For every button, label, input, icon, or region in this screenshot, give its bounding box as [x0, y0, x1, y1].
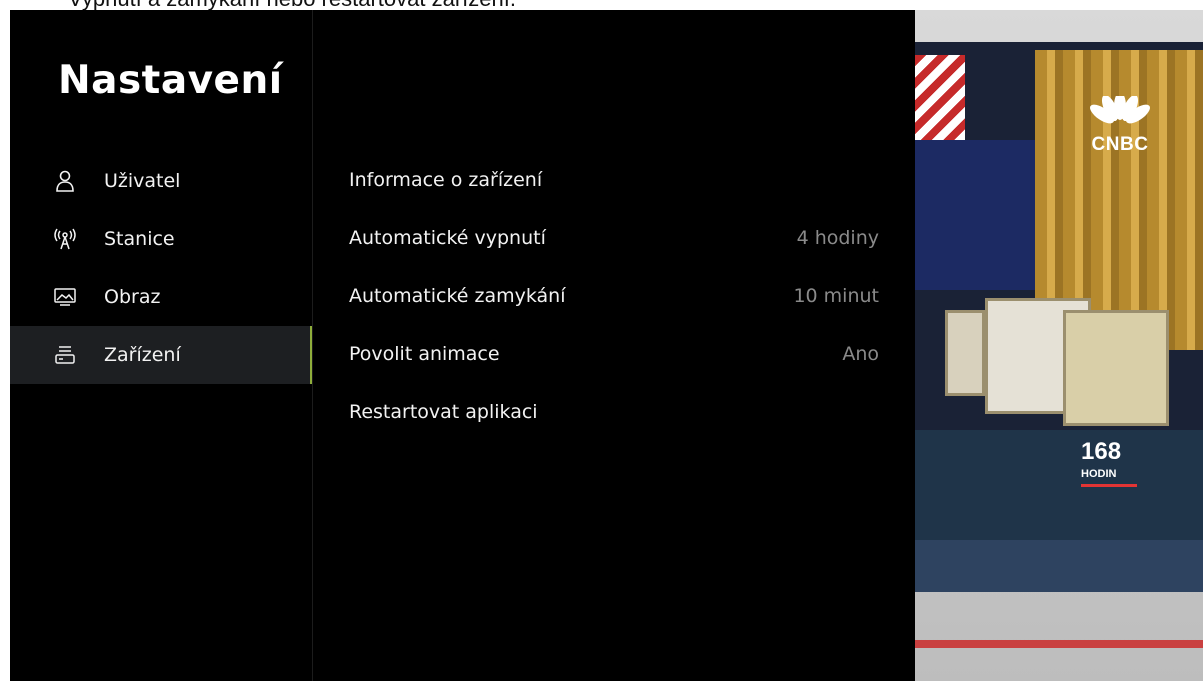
setting-row-auto-lock[interactable]: Automatické zamykání 10 minut	[349, 278, 879, 336]
show-number: 168	[1081, 438, 1122, 465]
red-band	[915, 640, 1203, 648]
blue-flag-image	[915, 140, 1035, 290]
setting-label: Povolit animace	[349, 343, 500, 365]
picture-icon	[54, 286, 76, 308]
page-title: Nastavení	[58, 58, 283, 103]
antenna-icon	[54, 228, 76, 250]
setting-value: Ano	[842, 343, 879, 365]
setting-value: 10 minut	[793, 285, 879, 307]
sidebar-item-label: Uživatel	[104, 170, 181, 192]
setting-value: 4 hodiny	[796, 227, 879, 249]
show-word: HODIN	[1081, 468, 1117, 480]
device-icon	[54, 344, 76, 366]
photo-frame	[945, 310, 985, 396]
sidebar-item-stations[interactable]: Stanice	[10, 210, 312, 268]
photo-frame	[1063, 310, 1169, 426]
sidebar-item-picture[interactable]: Obraz	[10, 268, 312, 326]
user-icon	[54, 170, 76, 192]
setting-label: Informace o zařízení	[349, 169, 543, 191]
peacock-icon	[1090, 92, 1150, 124]
channel-logo-text: CNBC	[1091, 134, 1149, 155]
lower-third-bar	[915, 430, 1203, 540]
setting-label: Automatické zamykání	[349, 285, 566, 307]
panel-divider	[312, 10, 313, 681]
setting-label: Restartovat aplikaci	[349, 401, 538, 423]
setting-row-animations[interactable]: Povolit animace Ano	[349, 336, 879, 394]
show-underline	[1081, 484, 1137, 487]
live-tv-preview: CNBC 168 HODIN	[915, 10, 1203, 681]
setting-row-auto-off[interactable]: Automatické vypnutí 4 hodiny	[349, 220, 879, 278]
cnbc-logo: CNBC	[1080, 92, 1160, 156]
setting-row-device-info[interactable]: Informace o zařízení	[349, 162, 879, 220]
sidebar-item-label: Zařízení	[104, 344, 181, 366]
settings-nav: Uživatel Stanice Obraz Zařízení	[10, 152, 313, 384]
settings-screen: Nastavení Uživatel Stanice Obraz Zařízen…	[10, 10, 915, 681]
sidebar-item-label: Stanice	[104, 228, 175, 250]
sidebar-item-label: Obraz	[104, 286, 161, 308]
studio-strip	[915, 540, 1203, 592]
sidebar-item-device[interactable]: Zařízení	[10, 326, 313, 384]
setting-row-restart-app[interactable]: Restartovat aplikaci	[349, 394, 879, 452]
setting-label: Automatické vypnutí	[349, 227, 546, 249]
device-settings-list: Informace o zařízení Automatické vypnutí…	[349, 162, 879, 452]
sidebar-item-user[interactable]: Uživatel	[10, 152, 312, 210]
settings-sidebar: Nastavení Uživatel Stanice Obraz Zařízen…	[10, 10, 313, 681]
